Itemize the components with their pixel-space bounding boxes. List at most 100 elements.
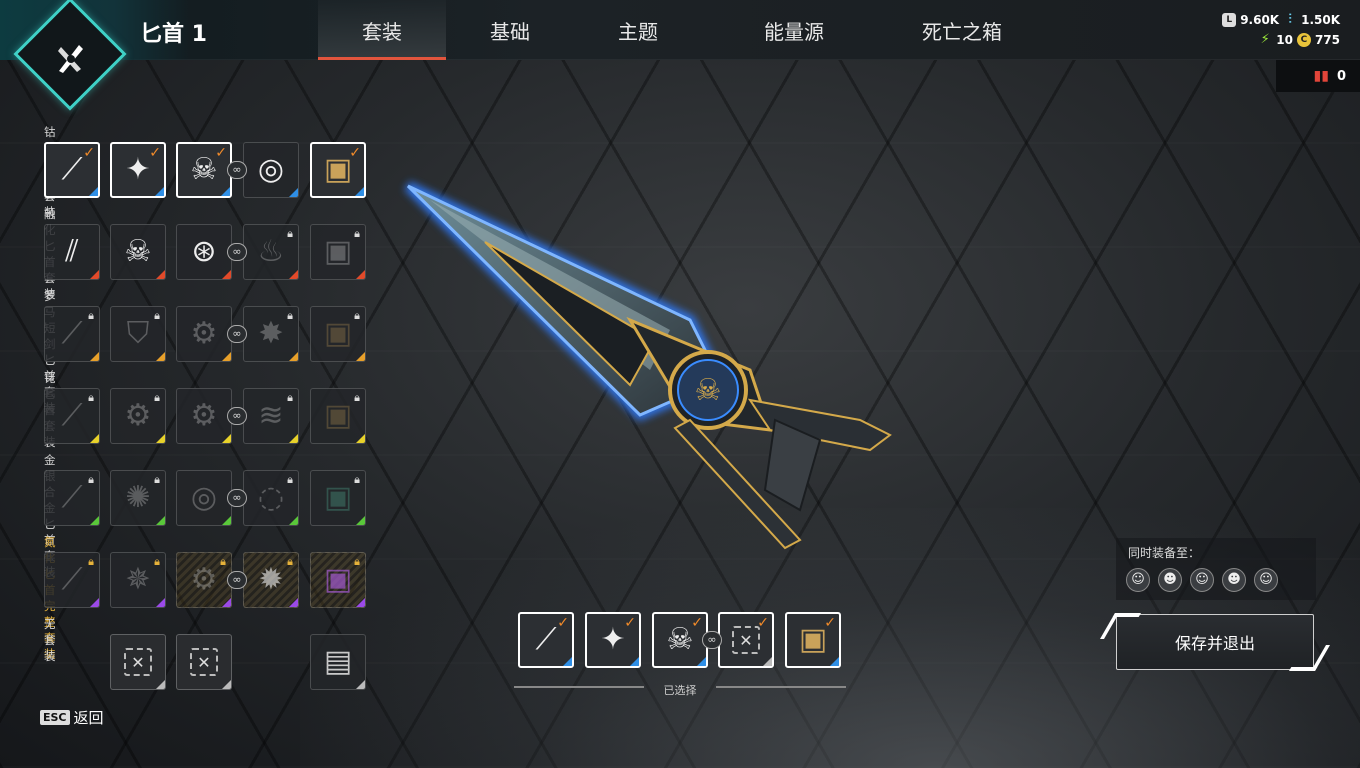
blade-icon: ⟋ [535, 622, 557, 657]
selected-blade-slot[interactable]: ⟋ ✓ [518, 612, 574, 668]
link-icon: ∞ [227, 325, 247, 343]
set-row: ✕ ✕ ▤ [44, 634, 366, 690]
set-label: 融化匕首套装 [44, 207, 56, 301]
target-icon: ◎ [190, 480, 218, 515]
rarity-corner [90, 352, 99, 361]
lock-icon: 🔒︎ [154, 391, 160, 404]
selected-emblem-slot[interactable]: ☠ ✓ [652, 612, 708, 668]
esc-key-badge: ESC [40, 710, 70, 725]
chest-icon: ▣ [323, 316, 353, 351]
effect-slot[interactable]: ◌ 🔒︎ [243, 470, 299, 526]
skull-icon: ☠ [190, 152, 218, 187]
emblem-slot[interactable]: ☠ ✓ [176, 142, 232, 198]
chest-icon: ▣ [323, 398, 353, 433]
category-tabs: 套装 基础 主题 能量源 死亡之箱 [318, 0, 1038, 60]
tab-power-source[interactable]: 能量源 [702, 0, 886, 60]
check-icon: ✓ [624, 615, 636, 631]
blade-skin-slot[interactable]: ⟋ 🔒︎ [44, 470, 100, 526]
effect-slot[interactable]: ◎ [243, 142, 299, 198]
ticket-value: 0 [1336, 68, 1346, 84]
rarity-corner [356, 680, 365, 689]
death-box-slot[interactable]: ▣ 🔒︎ [310, 306, 366, 362]
knuckle-charm-slot[interactable]: ✵ 🔒︎ [110, 552, 166, 608]
blade-skin-slot[interactable]: ⟋ 🔒︎ [44, 388, 100, 444]
demon-skull-icon: ☠ [124, 234, 152, 269]
lock-icon: 🔒︎ [287, 227, 293, 240]
legend-portrait-icon[interactable]: ☺ [1254, 568, 1278, 592]
rarity-corner [289, 188, 298, 197]
empty-emblem-slot[interactable]: ✕ [176, 634, 232, 690]
link-icon: ∞ [702, 631, 722, 649]
back-button[interactable]: ESC 返回 [40, 707, 104, 728]
blade-skin-slot[interactable]: ⟋ 🔒︎ [44, 306, 100, 362]
brass-knuckles-icon: ✦ [600, 622, 626, 657]
rarity-corner [155, 187, 164, 196]
emblem-slot[interactable]: ◎ [176, 470, 232, 526]
knuckle-charm-slot[interactable]: ☠ [110, 224, 166, 280]
legend-portrait-icon[interactable]: ☺ [1190, 568, 1214, 592]
death-box-slot[interactable]: ▤ [310, 634, 366, 690]
save-and-exit-button[interactable]: 保存并退出 [1116, 614, 1314, 670]
tab-death-box[interactable]: 死亡之箱 [886, 0, 1038, 60]
tab-sets[interactable]: 套装 [318, 0, 446, 60]
legend-portrait-icon[interactable]: ☻ [1222, 568, 1246, 592]
set-label: 罗马短剑匕首套装 [44, 289, 56, 415]
effect-slot[interactable]: ✸ 🔒︎ [243, 306, 299, 362]
tab-theme[interactable]: 主题 [574, 0, 702, 60]
empty-charm-slot[interactable]: ✕ [110, 634, 166, 690]
blade-skin-slot[interactable]: ⫽ [44, 224, 100, 280]
blade-skin-slot[interactable]: ⟋ ✓ [44, 142, 100, 198]
knuckle-charm-slot[interactable]: ⛉ 🔒︎ [110, 306, 166, 362]
rarity-corner [156, 680, 165, 689]
effect-slot[interactable]: ♨ 🔒︎ [243, 224, 299, 280]
effect-slot[interactable]: ✹ 🔒︎ [243, 552, 299, 608]
exotic-value: 10 [1276, 33, 1293, 47]
lock-icon: 🔒︎ [287, 555, 293, 568]
check-icon: ✓ [824, 615, 836, 631]
gear-icon: ✺ [125, 480, 151, 515]
equip-to-title: 同时装备至： [1128, 546, 1201, 560]
selected-death-box-slot[interactable]: ▣ ✓ [785, 612, 841, 668]
rarity-corner [355, 187, 364, 196]
lock-icon: 🔒︎ [287, 473, 293, 486]
effect-slot[interactable]: ≋ 🔒︎ [243, 388, 299, 444]
set-row: ⫽ ☠ ⊛ ∞ ♨ 🔒︎ ▣ 🔒︎ [44, 224, 366, 280]
emblem-slot[interactable]: ⚙ [176, 388, 232, 444]
death-box-slot[interactable]: ▣ 🔒︎ [310, 224, 366, 280]
legend-icons: ☺ ☻ ☺ ☻ ☺ [1126, 568, 1278, 592]
link-icon: ∞ [227, 243, 247, 261]
check-icon: ✓ [557, 615, 569, 631]
emblem-slot[interactable]: ⚙ 🔒︎ [176, 552, 232, 608]
rarity-corner [222, 270, 231, 279]
rarity-corner [697, 657, 706, 666]
spiked-star-icon: ✹ [258, 562, 284, 597]
selected-effect-slot[interactable]: ✕ ✓ [718, 612, 774, 668]
rarity-corner [289, 434, 298, 443]
death-box-slot[interactable]: ▣ 🔒︎ [310, 388, 366, 444]
emblem-slot[interactable]: ⊛ [176, 224, 232, 280]
knuckle-charm-slot[interactable]: ✺ 🔒︎ [110, 470, 166, 526]
death-box-slot[interactable]: ▣ ✓ [310, 142, 366, 198]
legend-portrait-icon[interactable]: ☻ [1158, 568, 1182, 592]
death-box-slot[interactable]: ▣ 🔒︎ [310, 470, 366, 526]
crafting-value: 775 [1314, 33, 1340, 47]
death-box-slot[interactable]: ▣ 🔒︎ [310, 552, 366, 608]
lock-icon: 🔒︎ [354, 473, 360, 486]
blade-icon: ⟋ [61, 562, 83, 597]
starburst-icon: ✸ [258, 316, 284, 351]
tab-base[interactable]: 基础 [446, 0, 574, 60]
knuckle-charm-slot[interactable]: ⚙ 🔒︎ [110, 388, 166, 444]
emblem-slot[interactable]: ⚙ [176, 306, 232, 362]
legend-portrait-icon[interactable]: ☺ [1126, 568, 1150, 592]
apex-coins-icon: ⫶ [1288, 12, 1292, 27]
selected-charm-slot[interactable]: ✦ ✓ [585, 612, 641, 668]
rarity-corner [156, 352, 165, 361]
rarity-corner [289, 598, 298, 607]
knuckle-charm-slot[interactable]: ✦ ✓ [110, 142, 166, 198]
rarity-corner [222, 598, 231, 607]
link-icon: ∞ [227, 407, 247, 425]
blade-skin-slot[interactable]: ⟋ 🔒︎ [44, 552, 100, 608]
chest-icon: ▣ [323, 562, 353, 597]
rarity-corner [221, 187, 230, 196]
equip-to-panel: 同时装备至： ☺ ☻ ☺ ☻ ☺ [1116, 538, 1316, 600]
